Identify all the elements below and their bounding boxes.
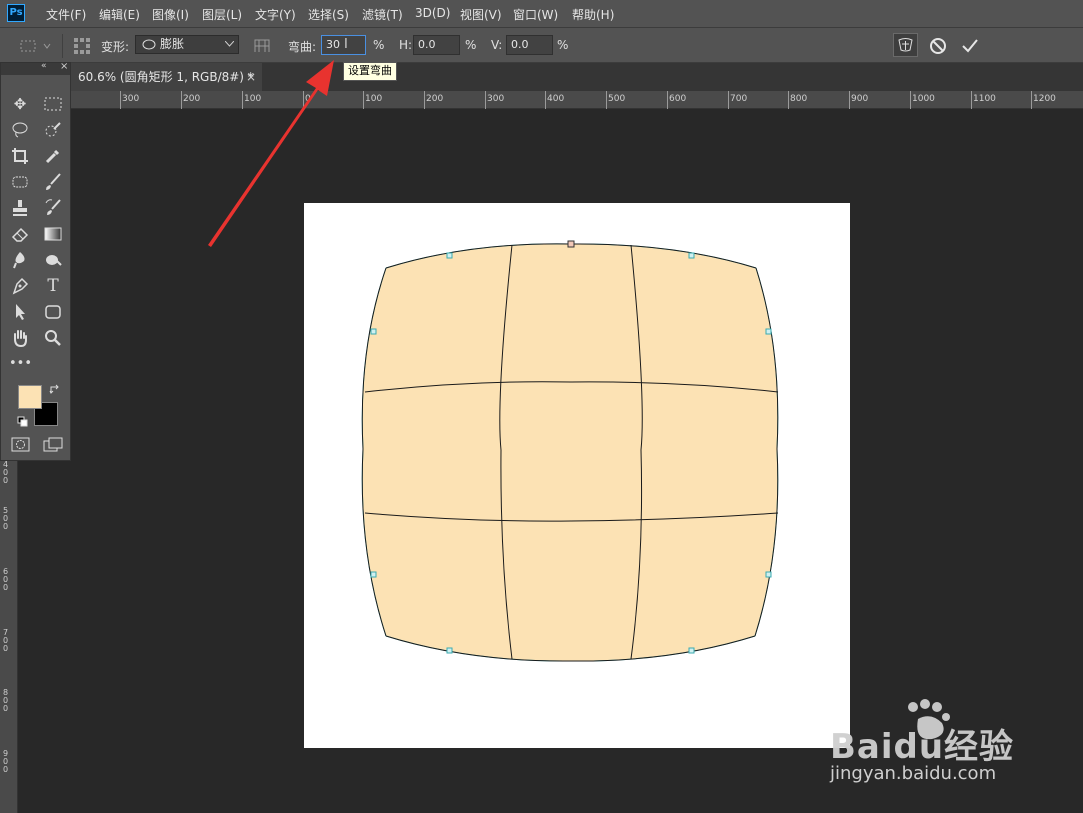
toolbox-panel: « × ✥ T ••• — [0, 61, 71, 461]
swap-colors-icon[interactable] — [49, 384, 61, 396]
watermark-brand: Baidu经验 — [830, 727, 1015, 767]
warped-shape[interactable] — [361, 243, 779, 662]
toolbox-header[interactable]: « × — [1, 61, 70, 75]
screen-mode-icon[interactable] — [43, 437, 63, 453]
type-tool-icon[interactable]: T — [42, 275, 64, 297]
move-tool-icon[interactable]: ✥ — [9, 93, 31, 115]
marquee-tool-icon[interactable] — [42, 93, 64, 115]
close-icon[interactable]: × — [60, 61, 68, 72]
clone-stamp-tool-icon[interactable] — [9, 197, 31, 219]
baidu-watermark: Baidu经验 jingyan.baidu.com — [828, 697, 1028, 792]
foreground-color-swatch[interactable] — [18, 385, 42, 409]
annotation-arrow — [208, 60, 334, 247]
zoom-tool-icon[interactable] — [42, 327, 64, 349]
healing-brush-tool-icon[interactable] — [9, 171, 31, 193]
quick-mask-icon[interactable] — [11, 437, 31, 453]
brush-tool-icon[interactable] — [42, 171, 64, 193]
eyedropper-tool-icon[interactable] — [42, 145, 64, 167]
lasso-tool-icon[interactable] — [9, 119, 31, 141]
rectangle-tool-icon[interactable] — [42, 301, 64, 323]
dodge-tool-icon[interactable] — [42, 249, 64, 271]
warp-overlay — [208, 60, 779, 662]
hand-tool-icon[interactable] — [9, 327, 31, 349]
crop-tool-icon[interactable] — [9, 145, 31, 167]
foreground-color-fill — [19, 386, 41, 408]
eraser-tool-icon[interactable] — [9, 223, 31, 245]
bend-tooltip: 设置弯曲 — [343, 62, 397, 81]
pen-tool-icon[interactable] — [9, 275, 31, 297]
bend-handle[interactable] — [567, 240, 575, 248]
blur-tool-icon[interactable] — [9, 249, 31, 271]
collapse-icon[interactable]: « — [41, 61, 47, 71]
quick-selection-tool-icon[interactable] — [42, 119, 64, 141]
default-colors-icon[interactable] — [17, 416, 29, 428]
watermark-url: jingyan.baidu.com — [830, 763, 997, 784]
path-selection-tool-icon[interactable] — [9, 301, 31, 323]
gradient-tool-icon[interactable] — [42, 223, 64, 245]
more-tools-icon[interactable]: ••• — [9, 353, 32, 375]
history-brush-tool-icon[interactable] — [42, 197, 64, 219]
